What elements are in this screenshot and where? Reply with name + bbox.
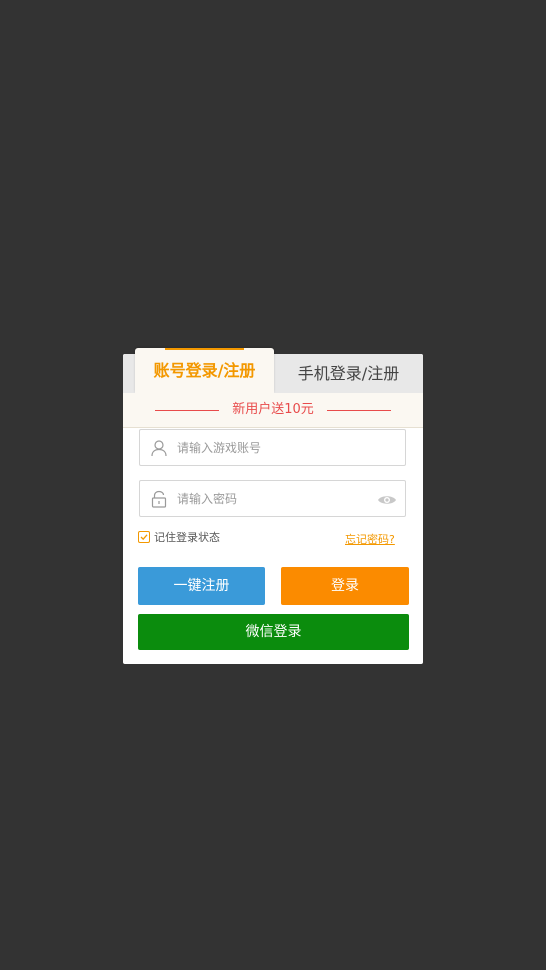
user-icon xyxy=(150,439,168,457)
lock-icon xyxy=(150,490,168,508)
eye-icon[interactable] xyxy=(377,492,397,506)
remember-checkbox[interactable] xyxy=(138,531,150,543)
forgot-password-link[interactable]: 忘记密码? xyxy=(345,531,395,547)
login-dialog: 账号登录/注册 手机登录/注册 新用户送10元 请输入游戏账号 记住登录状态 忘… xyxy=(123,348,423,664)
register-button[interactable]: 一键注册 xyxy=(138,567,265,605)
promo-divider-right xyxy=(327,410,391,411)
account-field xyxy=(139,429,406,466)
promo-divider-left xyxy=(155,410,219,411)
remember-login[interactable]: 记住登录状态 xyxy=(138,530,220,546)
login-button[interactable]: 登录 xyxy=(281,567,409,605)
password-input[interactable] xyxy=(177,481,377,516)
remember-label: 记住登录状态 xyxy=(154,531,220,544)
wechat-login-button[interactable]: 微信登录 xyxy=(138,614,409,650)
promo-text: 新用户送10元 xyxy=(232,402,314,417)
account-input[interactable] xyxy=(177,430,377,465)
check-icon xyxy=(140,534,148,541)
tab-phone-login[interactable]: 手机登录/注册 xyxy=(274,354,423,393)
login-tabs: 账号登录/注册 手机登录/注册 xyxy=(123,348,423,393)
promo-banner: 新用户送10元 xyxy=(123,393,423,428)
password-field xyxy=(139,480,406,517)
tab-account-login[interactable]: 账号登录/注册 xyxy=(135,348,274,393)
